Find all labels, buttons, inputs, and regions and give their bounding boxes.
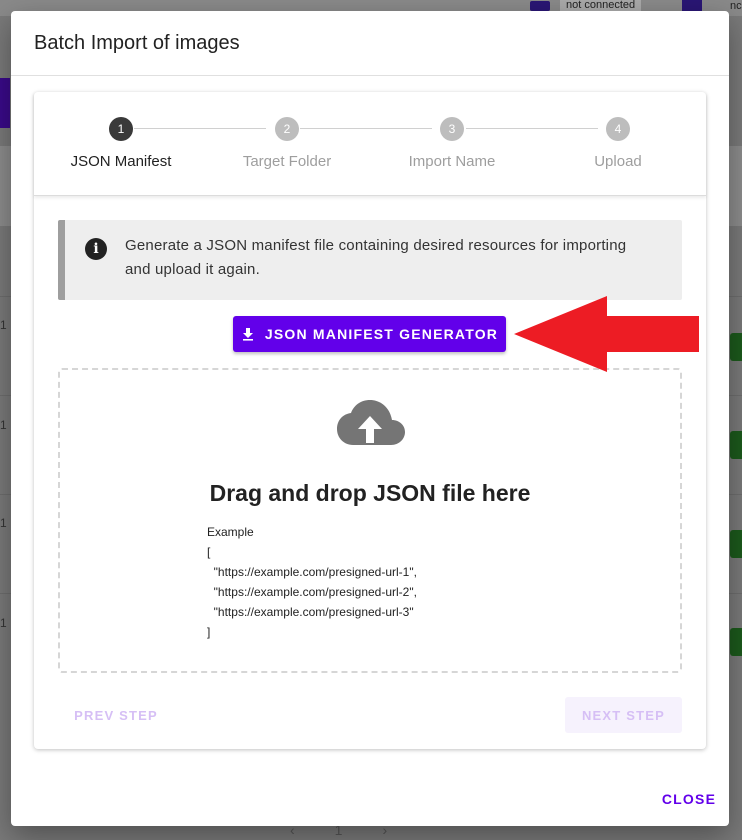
background-status-chip: [730, 530, 742, 558]
step-label: Upload: [594, 153, 642, 170]
background-row-text: 1: [0, 418, 7, 432]
background-row-text: 1: [0, 318, 7, 332]
cloud-upload-icon: [337, 400, 405, 445]
background-status-chip: [730, 628, 742, 656]
step-label: Import Name: [408, 153, 496, 170]
background-button: [0, 78, 10, 128]
batch-import-dialog: Batch Import of images 1 JSON Manifest 2…: [11, 11, 729, 826]
json-dropzone[interactable]: Drag and drop JSON file here Example [ "…: [58, 368, 682, 673]
background-status-chip: [730, 333, 742, 361]
example-line: ]: [207, 625, 211, 639]
server-icon: [530, 1, 550, 11]
example-line: [: [207, 545, 211, 559]
example-line: "https://example.com/presigned-url-2",: [207, 585, 417, 599]
dialog-title: Batch Import of images: [34, 32, 240, 54]
json-manifest-generator-button[interactable]: JSON MANIFEST GENERATOR: [233, 316, 506, 352]
prev-step-button[interactable]: PREV STEP: [62, 697, 170, 733]
title-divider: [11, 75, 729, 76]
background-status-chip: [730, 431, 742, 459]
next-step-button[interactable]: NEXT STEP: [565, 697, 682, 733]
example-label: Example: [207, 525, 254, 539]
dropzone-title: Drag and drop JSON file here: [209, 480, 531, 506]
info-icon: i: [85, 238, 107, 260]
example-line: "https://example.com/presigned-url-1",: [207, 565, 417, 579]
info-alert: i Generate a JSON manifest file containi…: [58, 220, 682, 300]
step-number: 2: [275, 117, 299, 141]
generator-button-label: JSON MANIFEST GENERATOR: [264, 326, 499, 342]
info-alert-text: Generate a JSON manifest file containing…: [125, 237, 627, 278]
json-example: Example [ "https://example.com/presigned…: [207, 522, 417, 642]
close-button[interactable]: CLOSE: [659, 787, 719, 811]
step-target-folder[interactable]: 2 Target Folder: [204, 117, 370, 170]
step-label: JSON Manifest: [70, 153, 172, 170]
download-icon: [242, 328, 253, 341]
step-json-manifest[interactable]: 1 JSON Manifest: [38, 117, 204, 170]
background-row-text: 1: [0, 516, 7, 530]
example-line: "https://example.com/presigned-url-3": [207, 605, 414, 619]
background-status-text-2: nc: [730, 0, 742, 12]
step-upload[interactable]: 4 Upload: [535, 117, 701, 170]
step-number: 4: [606, 117, 630, 141]
stepper-card: 1 JSON Manifest 2 Target Folder 3 Import…: [34, 92, 706, 749]
step-import-name[interactable]: 3 Import Name: [369, 117, 535, 170]
step-number: 1: [109, 117, 133, 141]
stepper-header: 1 JSON Manifest 2 Target Folder 3 Import…: [34, 92, 706, 196]
background-row-text: 1: [0, 616, 7, 630]
step-label: Target Folder: [242, 153, 332, 170]
step-number: 3: [440, 117, 464, 141]
red-arrow-annotation: [514, 296, 699, 372]
